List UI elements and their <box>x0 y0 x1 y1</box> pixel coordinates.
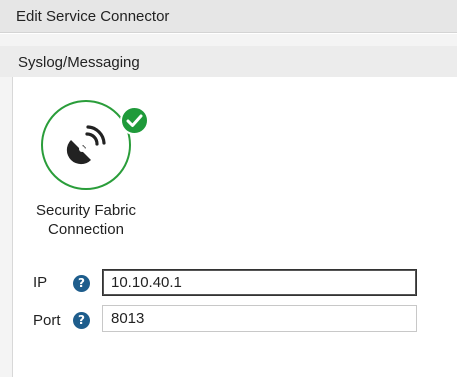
ip-help-icon[interactable]: ? <box>73 275 90 292</box>
connected-check-icon <box>120 106 149 135</box>
connector-name: Security Fabric Connection <box>35 202 137 238</box>
ip-input[interactable] <box>102 269 417 296</box>
satellite-dish-icon <box>66 125 106 165</box>
section-title: Syslog/Messaging <box>0 46 457 77</box>
port-help-icon[interactable]: ? <box>73 312 90 329</box>
ip-label: IP <box>33 274 48 291</box>
dialog-title: Edit Service Connector <box>0 0 457 33</box>
header-gap <box>0 34 457 46</box>
connector-form: Security Fabric Connection IP ? Port ? <box>14 77 457 377</box>
left-rail <box>0 77 13 377</box>
port-label: Port <box>33 312 61 329</box>
connector-status-ring <box>41 100 149 190</box>
port-input[interactable] <box>102 305 417 332</box>
